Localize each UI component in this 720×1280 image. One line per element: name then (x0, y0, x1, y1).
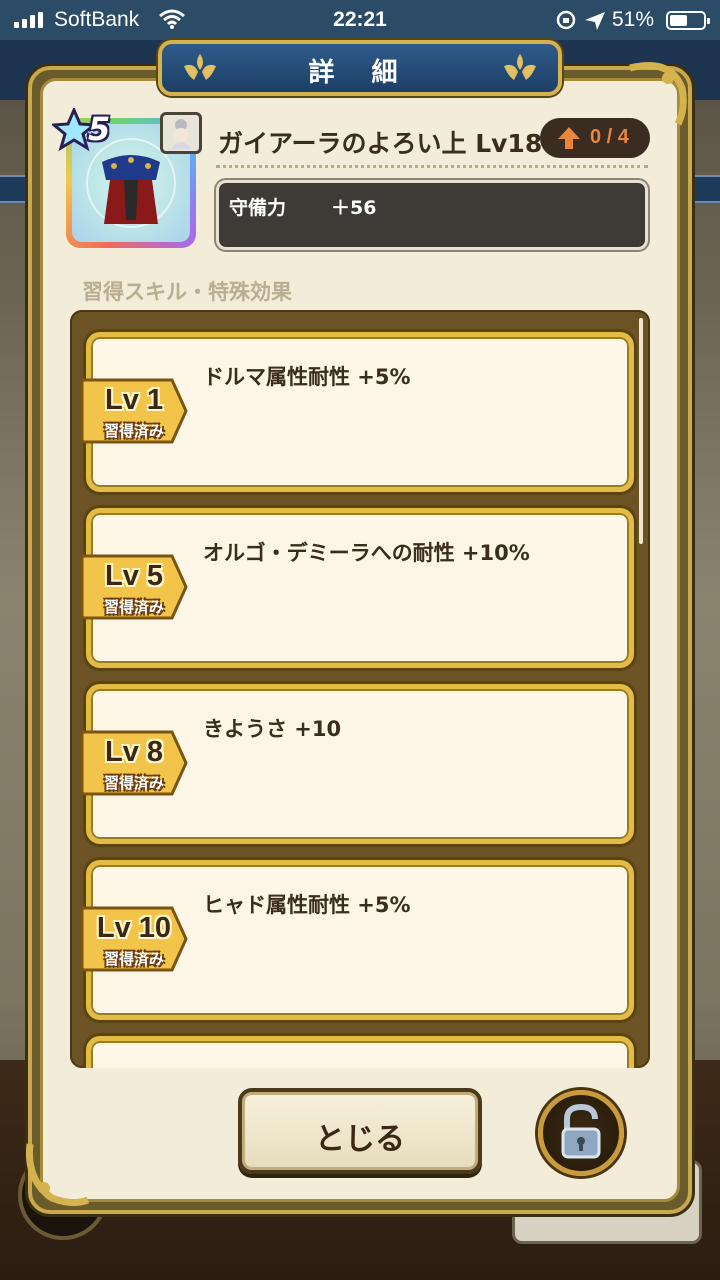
level-label: Lv 5 (104, 560, 164, 592)
status-bar: SoftBank 22:21 51% (0, 0, 720, 40)
modal-header: 詳 細 (158, 40, 562, 96)
skill-text: ドルマ属性耐性 +5% (203, 365, 411, 389)
scrollbar[interactable] (639, 318, 643, 544)
battery-icon (666, 11, 710, 30)
level-label: Lv 8 (104, 736, 164, 768)
skill-text: オルゴ・デミーラへの耐性 +10% (203, 541, 530, 565)
close-button[interactable]: とじる (238, 1088, 482, 1174)
unlocked-padlock-icon (561, 1103, 601, 1159)
battery-percent: 51% (612, 8, 655, 31)
lock-button[interactable] (538, 1090, 624, 1176)
learned-label: 習得済み (103, 598, 164, 616)
learned-label: 習得済み (103, 774, 164, 792)
skill-text: きようさ +10 (203, 717, 342, 741)
level-tag: Lv 5 習得済み (80, 552, 188, 622)
upgrade-badge: 0 / 4 (540, 118, 650, 158)
stat-box: 守備力 ＋56 (216, 180, 648, 250)
rarity-level: 5 (88, 110, 111, 148)
level-label: Lv 1 (104, 384, 164, 416)
level-tag: Lv 10 習得済み (80, 904, 188, 974)
skill-text: ヒャド属性耐性 +5% (203, 893, 411, 917)
character-portrait-icon (160, 112, 202, 154)
close-button-label: とじる (315, 1122, 405, 1157)
level-label: Lv 10 (96, 912, 172, 944)
level-tag: Lv 1 習得済み (80, 376, 188, 446)
modal-title: 詳 細 (308, 58, 412, 88)
orientation-lock-icon (556, 10, 605, 30)
up-arrow-icon (558, 127, 580, 149)
fleur-de-lis-icon (504, 54, 536, 80)
level-tag: Lv 8 習得済み (80, 728, 188, 798)
ornament-corner-icon (25, 1143, 90, 1207)
divider (216, 165, 648, 168)
section-label: 習得スキル・特殊効果 (82, 280, 292, 304)
upgrade-count: 0 / 4 (590, 126, 629, 148)
skill-card (86, 1036, 634, 1068)
stat-value: ＋56 (331, 197, 377, 219)
learned-label: 習得済み (103, 950, 164, 968)
item-name: ガイアーラのよろい上 Lv18 (218, 129, 543, 158)
learned-label: 習得済み (103, 422, 164, 440)
stat-label: 守備力 (229, 197, 287, 219)
